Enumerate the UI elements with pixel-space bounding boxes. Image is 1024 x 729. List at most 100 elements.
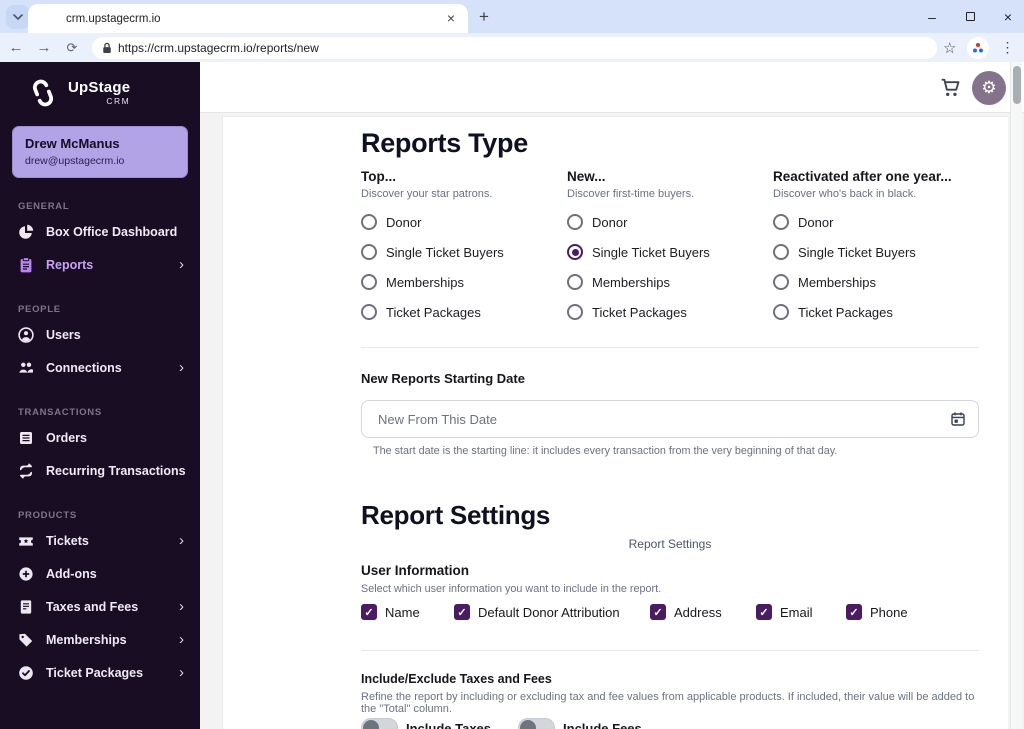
user-card[interactable]: Drew McManus drew@upstagecrm.io [12, 126, 188, 178]
radio-icon [567, 274, 583, 290]
user-information-checkboxes: Name Default Donor Attribution Address Emai… [361, 604, 979, 622]
tab-search-button[interactable] [6, 5, 30, 29]
sidebar-item-label: Recurring Transactions [46, 463, 186, 478]
browser-menu-icon[interactable]: ⋮ [1000, 39, 1014, 56]
radio-option-top-single-ticket-buyers[interactable]: Single Ticket Buyers [361, 244, 567, 260]
sidebar-item-box-office-dashboard[interactable]: Box Office Dashboard [0, 215, 200, 248]
checkbox-phone[interactable]: Phone [846, 604, 908, 620]
radio-label: Ticket Packages [592, 304, 687, 320]
report-settings-title: Report Settings [361, 500, 551, 530]
toggle-switch-icon [518, 718, 556, 729]
calendar-icon[interactable] [950, 411, 966, 427]
sidebar-nav: GENERAL Box Office Dashboard Reports › PEOPL… [0, 201, 200, 689]
bookmark-star-icon[interactable]: ☆ [943, 39, 956, 57]
sidebar-item-reports[interactable]: Reports › [0, 248, 200, 281]
people-icon [18, 360, 34, 376]
new-tab-button[interactable]: + [472, 6, 496, 30]
checkbox-email[interactable]: Email [756, 604, 813, 620]
radio-label: Ticket Packages [386, 304, 481, 320]
back-button[interactable]: ← [4, 36, 28, 60]
app-header: ⚙ [200, 62, 1024, 113]
radio-option-new-donor[interactable]: Donor [567, 214, 773, 230]
toggle-include-fees[interactable]: Include Fees [518, 718, 642, 729]
report-type-column: Reactivated after one year... Discover wh… [773, 169, 979, 320]
page-scrollbar[interactable] [1010, 62, 1022, 729]
logo-subtitle: CRM [106, 95, 131, 106]
radio-option-reactivated-after-one-year-ticket-packages[interactable]: Ticket Packages [773, 304, 979, 320]
logo-text: UpStage CRM [68, 80, 131, 106]
column-subheading: Discover who's back in black. [773, 188, 917, 200]
sidebar-item-users[interactable]: Users [0, 318, 200, 351]
radio-option-reactivated-after-one-year-donor[interactable]: Donor [773, 214, 979, 230]
ticket-icon [18, 533, 34, 549]
window-maximize-button[interactable] [962, 9, 978, 25]
user-information-label: User Information [361, 563, 470, 578]
radio-label: Donor [592, 214, 628, 230]
sidebar-item-orders[interactable]: Orders [0, 421, 200, 454]
chevron-right-icon: › [179, 531, 184, 549]
window-minimize-button[interactable]: – [924, 9, 940, 25]
checkbox-address[interactable]: Address [650, 604, 722, 620]
radio-option-new-single-ticket-buyers[interactable]: Single Ticket Buyers [567, 244, 773, 260]
checkbox-label: Name [385, 604, 420, 620]
screen: crm.upstagecrm.io × + – × ← → ⟳ https://… [0, 0, 1024, 729]
sidebar-item-ticket-packages[interactable]: Ticket Packages › [0, 656, 200, 689]
radio-label: Memberships [592, 274, 671, 290]
url-text: https://crm.upstagecrm.io/reports/new [118, 40, 319, 55]
nav-section-label: GENERAL [18, 201, 70, 212]
taxes-fees-toggles: Include Taxes Include Fees [361, 718, 642, 729]
radio-option-new-ticket-packages[interactable]: Ticket Packages [567, 304, 773, 320]
browser-tab[interactable]: crm.upstagecrm.io × [28, 4, 468, 33]
sidebar-item-connections[interactable]: Connections › [0, 351, 200, 384]
radio-icon [773, 274, 789, 290]
sidebar-item-tickets[interactable]: Tickets › [0, 524, 200, 557]
checkbox-default-donor-attribution[interactable]: Default Donor Attribution [454, 604, 620, 620]
radio-option-reactivated-after-one-year-single-ticket-buyers[interactable]: Single Ticket Buyers [773, 244, 979, 260]
lock-icon [103, 42, 111, 53]
window-close-button[interactable]: × [1000, 9, 1016, 25]
checkbox-name[interactable]: Name [361, 604, 420, 620]
page-title: Reports Type [361, 128, 528, 158]
logo[interactable]: UpStage CRM [0, 62, 200, 110]
radio-option-top-ticket-packages[interactable]: Ticket Packages [361, 304, 567, 320]
sidebar-item-label: Box Office Dashboard [46, 224, 178, 239]
checkbox-label: Phone [870, 604, 908, 620]
radio-option-top-memberships[interactable]: Memberships [361, 274, 567, 290]
sidebar-item-memberships[interactable]: Memberships › [0, 623, 200, 656]
pie-chart-icon [18, 224, 34, 240]
reload-button[interactable]: ⟳ [60, 36, 84, 60]
radio-icon [773, 244, 789, 260]
radio-option-new-memberships[interactable]: Memberships [567, 274, 773, 290]
checkbox-label: Default Donor Attribution [478, 604, 620, 620]
receipt-icon [18, 599, 34, 615]
cart-icon[interactable] [940, 77, 962, 99]
scrollbar-thumb[interactable] [1013, 66, 1021, 104]
radio-label: Donor [386, 214, 422, 230]
section-divider [361, 650, 979, 651]
forward-button[interactable]: → [32, 36, 56, 60]
sidebar-item-label: Taxes and Fees [46, 599, 139, 614]
nav-section-label: PRODUCTS [18, 510, 77, 521]
radio-label: Single Ticket Buyers [592, 244, 710, 260]
radio-option-top-donor[interactable]: Donor [361, 214, 567, 230]
starting-date-input[interactable] [361, 400, 979, 438]
radio-label: Ticket Packages [798, 304, 893, 320]
radio-label: Single Ticket Buyers [386, 244, 504, 260]
content-card: Reports Type Top... Discover your star pa… [222, 116, 1008, 729]
starting-date-label: New Reports Starting Date [361, 371, 525, 386]
sidebar-item-recurring-transactions[interactable]: Recurring Transactions [0, 454, 200, 487]
chevron-down-icon [13, 14, 23, 20]
extension-glyph [973, 42, 984, 52]
gear-button[interactable]: ⚙ [972, 71, 1006, 105]
url-bar[interactable]: https://crm.upstagecrm.io/reports/new [92, 36, 937, 59]
radio-option-reactivated-after-one-year-memberships[interactable]: Memberships [773, 274, 979, 290]
checkbox-checked-icon [650, 604, 666, 620]
column-heading: New... [567, 169, 606, 184]
sidebar-item-label: Reports [46, 257, 94, 272]
sidebar-item-add-ons[interactable]: Add-ons [0, 557, 200, 590]
radio-icon [361, 274, 377, 290]
sidebar-item-taxes-and-fees[interactable]: Taxes and Fees › [0, 590, 200, 623]
extension-icon[interactable] [967, 36, 990, 59]
tab-close-icon[interactable]: × [442, 10, 460, 28]
toggle-include-taxes[interactable]: Include Taxes [361, 718, 491, 729]
